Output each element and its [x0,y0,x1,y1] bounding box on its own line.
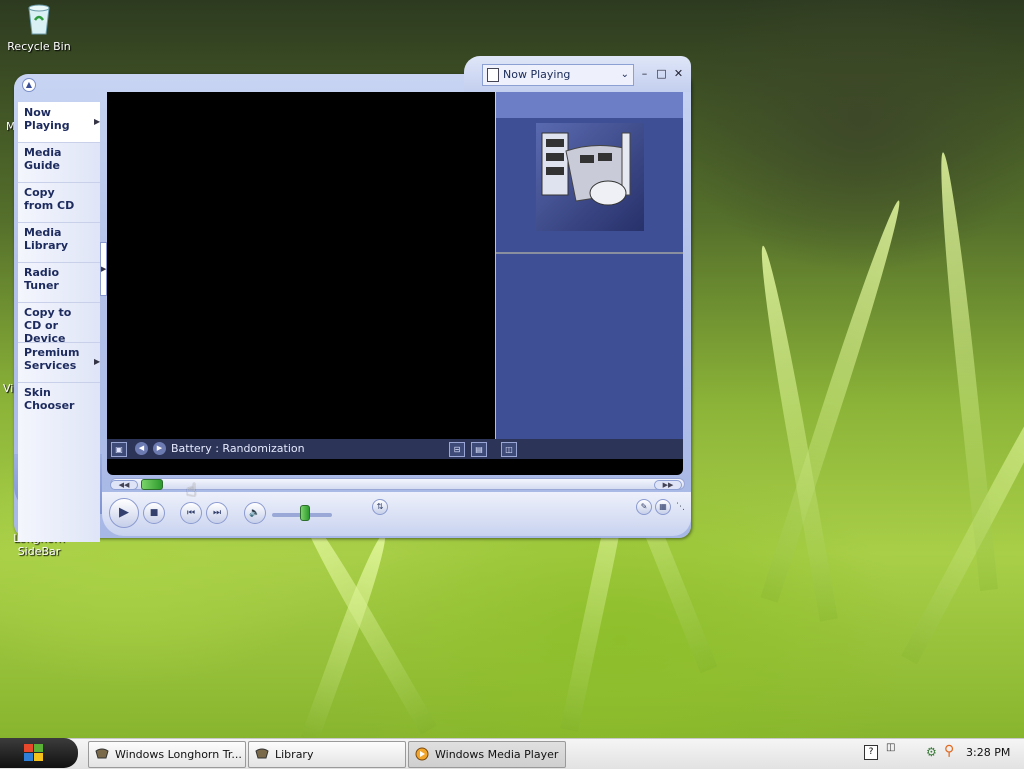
media-player-icon [415,747,429,761]
desktop-icon-recycle-bin[interactable]: Recycle Bin [4,2,74,53]
hand-cursor-icon: ☝ [186,480,197,501]
desktop-icon-label: Recycle Bin [7,40,71,53]
taskpane-item-label: Radio Tuner [24,266,60,292]
edit-icon[interactable]: ✎ [636,499,652,515]
arrow-right-icon: ▶ [101,265,107,273]
network-icon[interactable]: ⚙ [926,745,937,759]
video-display[interactable] [107,92,495,439]
taskbar-button-label: Windows Longhorn Tr... [115,748,242,761]
next-info-icon[interactable]: ▶ [153,442,166,455]
volume-thumb[interactable] [300,505,310,521]
clock[interactable]: 3:28 PM [966,738,1010,768]
taskpane-item-label: Now Playing [24,106,70,132]
recycle-bin-icon [24,2,54,36]
stop-button[interactable]: ■ [143,502,165,524]
system-menu-button[interactable]: ▲ [22,78,36,92]
maximize-button[interactable]: □ [655,67,668,80]
view-icon[interactable]: ▤ [471,442,487,457]
chevron-down-icon: ⌄ [620,69,629,80]
mute-button[interactable]: 🔈 [244,502,266,524]
taskpane-item-label: Media Library [24,226,69,252]
desktop-edge-text: Vi [3,382,14,395]
resize-grip-icon[interactable]: ⋱ [676,502,685,512]
previous-info-icon[interactable]: ◀ [135,442,148,455]
info-bar: ▣ ◀ ▶ Battery : Randomization ⊟ ▤ ◫ [107,439,683,459]
taskpane-item-copy-to-cd[interactable]: Copy to CD or Device [18,302,100,345]
taskpane-collapse-handle[interactable]: ▶ [100,242,107,296]
help-icon[interactable]: ? [864,745,878,760]
media-player-window: ▲ Now Playing ⌄ – □ ✕ Now Playing ▶ Medi… [14,56,691,542]
pane-divider [496,252,683,254]
grass-blade [934,151,998,591]
start-button[interactable] [0,738,78,768]
playback-options-button[interactable]: ⇅ [372,499,388,515]
seek-thumb[interactable] [141,479,163,490]
taskpane-item-now-playing[interactable]: Now Playing ▶ [18,102,100,143]
taskpane-item-label: Copy from CD [24,186,75,212]
longhorn-window-icon [95,748,109,759]
next-button[interactable]: ⏭ [206,502,228,524]
desktop: Recycle Bin Longhorn SideBar M Vi ▲ Now … [0,0,1024,738]
taskbar-button-media-player[interactable]: Windows Media Player [408,741,566,768]
playlist-pane [496,92,683,439]
now-playing-select-label: Now Playing [503,68,571,81]
visualization-icon[interactable]: ⊟ [449,442,465,457]
now-playing-icon [487,68,499,82]
media-file-icon [541,132,631,206]
play-button[interactable]: ▶ [109,498,139,528]
system-tray: ? ◫ ⚙ ⚲ 3:28 PM [858,738,1024,768]
taskpane-item-skin-chooser[interactable]: Skin Chooser [18,382,100,422]
taskpane-item-label: Skin Chooser [24,386,75,412]
now-playing-info-text: Battery : Randomization [171,442,305,455]
taskpane-item-label: Media Guide [24,146,62,172]
taskpane-item-copy-from-cd[interactable]: Copy from CD [18,182,100,223]
album-art [536,123,644,231]
fast-forward-icon[interactable]: ▶▶ [654,480,682,490]
rewind-icon[interactable]: ◀◀ [110,480,138,490]
taskpane-item-label: Premium Services [24,346,80,372]
language-icon[interactable]: ◫ [886,742,895,753]
taskbar-button-label: Library [275,748,314,761]
library-window-icon [255,748,269,759]
taskpane-item-premium-services[interactable]: Premium Services ▶ [18,342,100,383]
taskpane-item-media-guide[interactable]: Media Guide [18,142,100,183]
search-icon[interactable]: ⚲ [944,743,954,759]
previous-button[interactable]: ⏮ [180,502,202,524]
taskbar-button-label: Windows Media Player [435,748,559,761]
status-bar [107,459,683,475]
taskpane-item-media-library[interactable]: Media Library [18,222,100,263]
skin-mode-icon[interactable]: ▦ [655,499,671,515]
chevron-up-icon: ▲ [25,80,33,89]
taskpane-item-label: Copy to CD or Device [24,306,72,345]
taskpane-item-radio-tuner[interactable]: Radio Tuner [18,262,100,303]
fullscreen-toggle-icon[interactable]: ▣ [111,442,127,457]
playlist-toggle-icon[interactable]: ◫ [501,442,517,457]
close-button[interactable]: ✕ [672,67,685,80]
windows-logo-icon [24,744,43,761]
taskbar-button-library[interactable]: Library [248,741,406,768]
taskbar-button-longhorn[interactable]: Windows Longhorn Tr... [88,741,246,768]
taskpane: Now Playing ▶ Media Guide Copy from CD M… [18,102,100,542]
playlist-header [496,92,683,118]
minimize-button[interactable]: – [638,67,651,80]
now-playing-select[interactable]: Now Playing ⌄ [482,64,634,86]
